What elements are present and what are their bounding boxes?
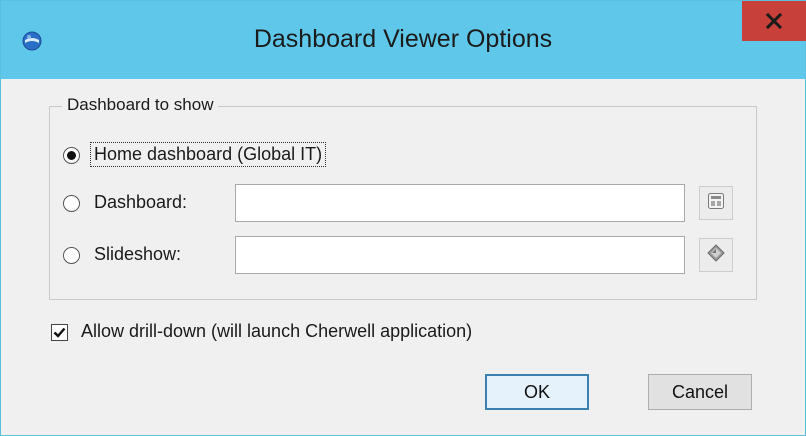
option-home-dashboard[interactable]: Home dashboard (Global IT) xyxy=(50,142,756,169)
title-bar[interactable]: Dashboard Viewer Options xyxy=(1,1,806,79)
slideshow-input[interactable] xyxy=(235,236,685,274)
slideshow-radio[interactable] xyxy=(63,247,80,264)
dashboard-picker-button[interactable] xyxy=(699,186,733,220)
dashboard-to-show-group: Dashboard to show Home dashboard (Global… xyxy=(49,95,757,300)
slideshow-picker-icon xyxy=(706,243,726,268)
cancel-button[interactable]: Cancel xyxy=(648,374,752,410)
allow-drilldown-label[interactable]: Allow drill-down (will launch Cherwell a… xyxy=(81,321,472,342)
option-dashboard: Dashboard: xyxy=(50,184,756,224)
dashboard-picker-icon xyxy=(707,192,725,215)
dashboard-radio[interactable] xyxy=(63,195,80,212)
slideshow-picker-button[interactable] xyxy=(699,238,733,272)
home-dashboard-label[interactable]: Home dashboard (Global IT) xyxy=(89,142,327,167)
window-title: Dashboard Viewer Options xyxy=(253,25,553,53)
group-legend: Dashboard to show xyxy=(62,95,219,115)
option-slideshow: Slideshow: xyxy=(50,236,756,276)
allow-drilldown-checkbox[interactable] xyxy=(51,324,68,341)
ok-button[interactable]: OK xyxy=(485,374,589,410)
slideshow-label[interactable]: Slideshow: xyxy=(94,244,181,265)
home-dashboard-radio[interactable] xyxy=(63,147,80,164)
dialog-window: Dashboard Viewer Options Dashboard to sh… xyxy=(0,0,806,436)
dashboard-label[interactable]: Dashboard: xyxy=(94,192,187,213)
dashboard-input[interactable] xyxy=(235,184,685,222)
checkmark-icon xyxy=(53,327,66,338)
close-button[interactable] xyxy=(742,1,806,41)
close-icon xyxy=(765,12,783,30)
